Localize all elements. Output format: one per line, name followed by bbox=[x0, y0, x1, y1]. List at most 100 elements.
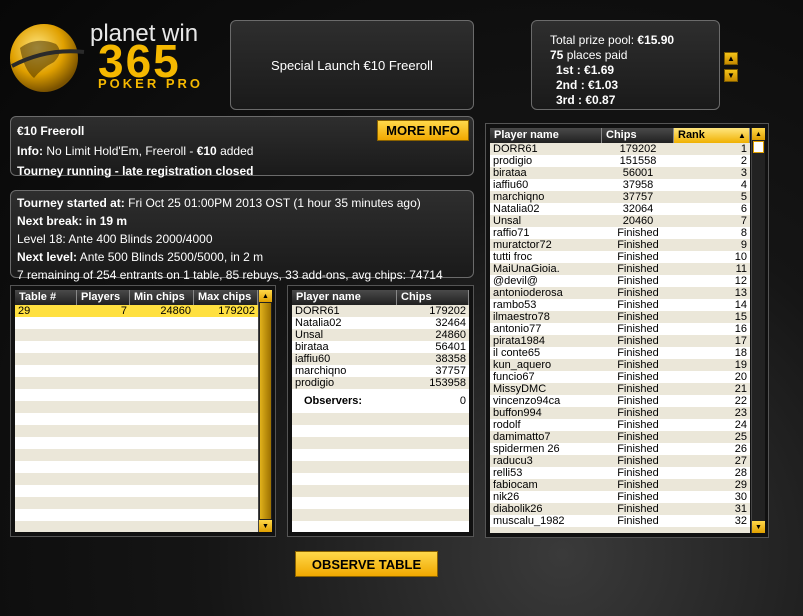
empty-row bbox=[15, 425, 258, 437]
prize-2nd-label: 2nd bbox=[556, 78, 578, 92]
table-row[interactable]: MissyDMC Finished 21 bbox=[490, 383, 750, 395]
table-row[interactable]: @devil@ Finished 12 bbox=[490, 275, 750, 287]
table-row[interactable]: rambo53 Finished 14 bbox=[490, 299, 750, 311]
table-row[interactable]: relli53 Finished 28 bbox=[490, 467, 750, 479]
cell: 7 bbox=[740, 215, 747, 227]
cell: 16 bbox=[734, 323, 747, 335]
column-header[interactable]: Player name bbox=[292, 290, 397, 305]
table-row[interactable]: raffio71 Finished 8 bbox=[490, 227, 750, 239]
table-row[interactable]: DORR61 179202 bbox=[292, 305, 469, 317]
empty-row bbox=[15, 401, 258, 413]
column-header[interactable]: Max chips bbox=[194, 290, 258, 305]
empty-row bbox=[15, 473, 258, 485]
info-label: Info: bbox=[17, 144, 43, 158]
table-row[interactable]: antonioderosa Finished 13 bbox=[490, 287, 750, 299]
empty-row bbox=[292, 473, 469, 485]
table-row[interactable]: buffon994 Finished 23 bbox=[490, 407, 750, 419]
cell: 31 bbox=[734, 503, 747, 515]
cell bbox=[77, 461, 130, 473]
column-header[interactable]: Chips bbox=[602, 128, 674, 143]
column-header[interactable]: Min chips bbox=[130, 290, 194, 305]
scroll-thumb[interactable] bbox=[260, 303, 271, 519]
cell bbox=[194, 389, 258, 401]
cell: 20460 bbox=[622, 215, 654, 227]
prize-pool-panel: Total prize pool: €15.90 75 places paid … bbox=[531, 20, 720, 110]
scroll-up-icon[interactable]: ▲ bbox=[752, 128, 765, 140]
info-text: No Limit Hold'Em, Freeroll - bbox=[46, 144, 194, 158]
cell bbox=[130, 449, 194, 461]
table-row[interactable]: iaffiu60 38358 bbox=[292, 353, 469, 365]
table-row[interactable]: tutti froc Finished 10 bbox=[490, 251, 750, 263]
places-count: 75 bbox=[550, 48, 564, 62]
empty-row bbox=[15, 353, 258, 365]
table-row[interactable]: damimatto7 Finished 25 bbox=[490, 431, 750, 443]
cell bbox=[194, 425, 258, 437]
table-row[interactable]: prodigio 151558 2 bbox=[490, 155, 750, 167]
cell bbox=[77, 341, 130, 353]
empty-row bbox=[292, 509, 469, 521]
cell bbox=[15, 461, 77, 473]
cell: Finished bbox=[617, 263, 659, 275]
column-header[interactable]: Chips bbox=[397, 290, 469, 305]
table-row[interactable]: muscalu_1982 Finished 32 bbox=[490, 515, 750, 527]
cell bbox=[15, 341, 77, 353]
table-row[interactable]: Natalia02 32064 6 bbox=[490, 203, 750, 215]
cell bbox=[130, 389, 194, 401]
scroll-down-icon[interactable]: ▼ bbox=[259, 520, 272, 532]
table-row[interactable]: nik26 Finished 30 bbox=[490, 491, 750, 503]
table-row[interactable]: spidermen 26 Finished 26 bbox=[490, 443, 750, 455]
table-row[interactable]: Unsal 24860 bbox=[292, 329, 469, 341]
cell: 3 bbox=[740, 167, 747, 179]
cell: 37757 bbox=[622, 191, 654, 203]
column-header[interactable]: Table # bbox=[15, 290, 77, 305]
cell bbox=[674, 527, 750, 533]
cell bbox=[602, 527, 674, 533]
table-row[interactable]: prodigio 153958 bbox=[292, 377, 469, 389]
table-row[interactable]: Unsal 20460 7 bbox=[490, 215, 750, 227]
players-scrollbar[interactable]: ▲ ▼ bbox=[751, 128, 765, 533]
observe-table-button[interactable]: OBSERVE TABLE bbox=[295, 551, 438, 577]
column-header[interactable]: Players bbox=[77, 290, 130, 305]
cell: 32064 bbox=[622, 203, 654, 215]
prize-scroll-down-icon[interactable]: ▼ bbox=[724, 69, 738, 82]
cell bbox=[15, 521, 77, 532]
cell bbox=[194, 449, 258, 461]
table-row[interactable]: ilmaestro78 Finished 15 bbox=[490, 311, 750, 323]
cell: 21 bbox=[734, 383, 747, 395]
table-row[interactable]: iaffiu60 37958 4 bbox=[490, 179, 750, 191]
table-row[interactable]: rodolf Finished 24 bbox=[490, 419, 750, 431]
scroll-down-icon[interactable]: ▼ bbox=[752, 521, 765, 533]
table-row[interactable]: fabiocam Finished 29 bbox=[490, 479, 750, 491]
empty-row bbox=[15, 485, 258, 497]
table-row[interactable]: 29 7 24860 179202 bbox=[15, 305, 258, 317]
table-row[interactable]: birataa 56401 bbox=[292, 341, 469, 353]
table-row[interactable]: antonio77 Finished 16 bbox=[490, 323, 750, 335]
scroll-thumb[interactable] bbox=[753, 141, 764, 153]
table-row[interactable]: raducu3 Finished 27 bbox=[490, 455, 750, 467]
table-row[interactable]: funcio67 Finished 20 bbox=[490, 371, 750, 383]
cell: 24860 bbox=[160, 305, 191, 317]
table-row[interactable]: Natalia02 32464 bbox=[292, 317, 469, 329]
cell: fabiocam bbox=[493, 479, 538, 491]
table-row[interactable]: marchiqno 37757 bbox=[292, 365, 469, 377]
table-row[interactable]: muratctor72 Finished 9 bbox=[490, 239, 750, 251]
table-row[interactable]: vincenzo94ca Finished 22 bbox=[490, 395, 750, 407]
cell bbox=[130, 317, 194, 329]
scroll-up-icon[interactable]: ▲ bbox=[259, 290, 272, 302]
more-info-button[interactable]: MORE INFO bbox=[377, 120, 469, 141]
table-row[interactable]: pirata1984 Finished 17 bbox=[490, 335, 750, 347]
table-row[interactable]: diabolik26 Finished 31 bbox=[490, 503, 750, 515]
table-row[interactable]: marchiqno 37757 5 bbox=[490, 191, 750, 203]
table-row[interactable]: birataa 56001 3 bbox=[490, 167, 750, 179]
cell: 27 bbox=[734, 455, 747, 467]
cell bbox=[130, 521, 194, 532]
table-row[interactable]: il conte65 Finished 18 bbox=[490, 347, 750, 359]
table-row[interactable]: kun_aquero Finished 19 bbox=[490, 359, 750, 371]
table-row[interactable]: DORR61 179202 1 bbox=[490, 143, 750, 155]
prize-scroll-up-icon[interactable]: ▲ bbox=[724, 52, 738, 65]
tables-scrollbar[interactable]: ▲ ▼ bbox=[258, 290, 272, 532]
column-header[interactable]: Player name bbox=[490, 128, 602, 143]
table-row[interactable]: MaiUnaGioia. Finished 11 bbox=[490, 263, 750, 275]
cell: 4 bbox=[740, 179, 747, 191]
empty-row bbox=[15, 341, 258, 353]
